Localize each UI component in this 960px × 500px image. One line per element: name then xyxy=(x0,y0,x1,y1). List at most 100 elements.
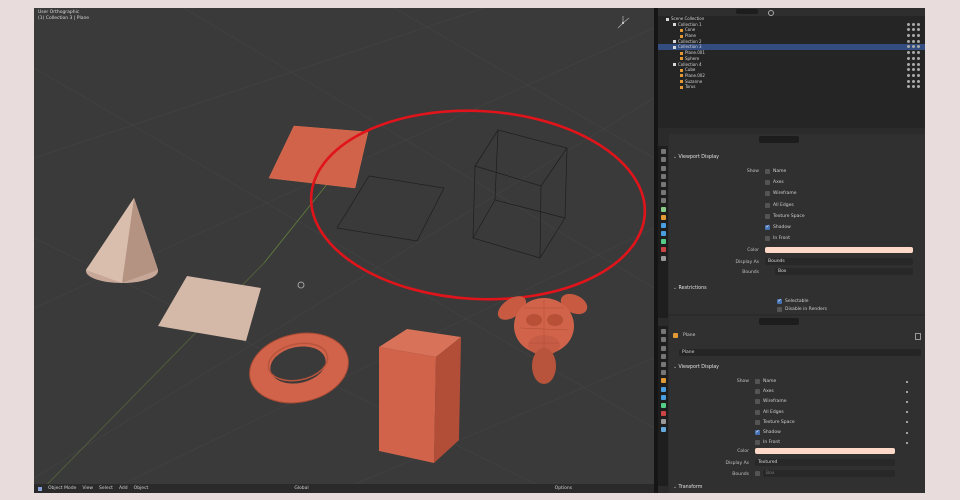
scene[interactable] xyxy=(34,8,654,493)
app-window: User Orthographic (1) Collection 3 | Pla… xyxy=(34,8,925,493)
option-checkbox[interactable] xyxy=(755,419,760,425)
outliner-row[interactable]: Torus xyxy=(658,84,925,90)
keyframe-dot-icon[interactable] xyxy=(906,411,908,414)
mode-select[interactable]: Object Mode xyxy=(48,486,76,491)
outliner-header xyxy=(658,8,925,16)
option-checkbox[interactable] xyxy=(755,389,760,395)
collection-icon xyxy=(673,40,676,44)
menu-add[interactable]: Add xyxy=(119,486,128,491)
outliner-row-label: Torus xyxy=(685,84,696,90)
selectable-checkbox[interactable] xyxy=(777,298,782,304)
option-checkbox[interactable] xyxy=(765,180,770,186)
object-icon xyxy=(680,34,683,38)
outliner-rows: Scene Collection Collection 1 Cone Plane Col… xyxy=(658,16,925,90)
collection-icon xyxy=(666,17,669,21)
display-as-dropdown-1[interactable]: Bounds xyxy=(765,258,913,265)
object-icon xyxy=(673,333,678,338)
option-checkbox[interactable] xyxy=(755,409,760,415)
section-viewport-display-1[interactable]: Viewport Display xyxy=(673,155,719,160)
pin-icon[interactable] xyxy=(915,333,921,340)
active-object-label: (1) Collection 3 | Plane xyxy=(38,16,90,21)
color-swatch-2[interactable] xyxy=(755,448,895,454)
display-as-label-2: Display As xyxy=(725,461,749,466)
object-icon xyxy=(680,80,683,84)
visibility-icons[interactable] xyxy=(907,62,921,67)
section-transform[interactable]: Transform xyxy=(673,485,703,490)
cursor-3d xyxy=(297,281,305,289)
option-checkbox[interactable] xyxy=(755,399,760,405)
properties-panel-1[interactable]: Viewport Display Show Name Axes Wireframe A… xyxy=(669,134,925,314)
option-label: Axes xyxy=(763,389,774,395)
visibility-icons[interactable] xyxy=(907,68,921,72)
visibility-icons[interactable] xyxy=(907,28,921,32)
option-checkbox[interactable] xyxy=(755,440,760,446)
viewport-header-bottom: Object Mode View Select Add Object Globa… xyxy=(34,484,658,493)
color-label-2: Color xyxy=(737,449,749,454)
keyframe-dot-icon[interactable] xyxy=(906,400,908,403)
navigation-gizmo[interactable] xyxy=(615,15,631,31)
bounds-dropdown-1[interactable]: Box xyxy=(775,268,913,275)
visibility-icons[interactable] xyxy=(907,39,921,44)
option-label: All Edges xyxy=(773,202,794,208)
option-label: Wireframe xyxy=(773,191,797,197)
option-checkbox[interactable] xyxy=(765,202,770,208)
color-swatch-1[interactable] xyxy=(765,247,913,253)
torus[interactable] xyxy=(243,324,355,411)
keyframe-dot-icon[interactable] xyxy=(906,441,908,444)
object-icon xyxy=(680,28,683,32)
option-checkbox[interactable] xyxy=(765,224,770,230)
transform-orientation[interactable]: Global xyxy=(294,486,308,491)
cone[interactable] xyxy=(86,198,158,283)
collection-icon xyxy=(673,45,676,49)
keyframe-dot-icon[interactable] xyxy=(906,421,908,424)
section-viewport-display-2[interactable]: Viewport Display xyxy=(673,365,719,370)
visibility-icons[interactable] xyxy=(907,79,921,84)
bounds-checkbox-2[interactable] xyxy=(755,471,760,476)
option-checkbox[interactable] xyxy=(755,429,760,435)
plane-selected[interactable] xyxy=(268,125,369,189)
bounds-dropdown-2[interactable]: Box xyxy=(763,470,895,477)
properties-panel-2[interactable]: Plane Plane Viewport Display Show Name Ax… xyxy=(669,316,925,493)
option-checkbox[interactable] xyxy=(755,379,760,384)
visibility-icons[interactable] xyxy=(907,34,921,38)
keyframe-dot-icon[interactable] xyxy=(906,390,908,393)
visibility-icons[interactable] xyxy=(907,56,921,61)
cube[interactable] xyxy=(379,329,461,463)
bounds-label-2: Bounds xyxy=(732,472,749,477)
display-as-dropdown-2[interactable]: Textured xyxy=(755,459,895,466)
outliner[interactable]: Scene Collection Collection 1 Cone Plane Col… xyxy=(658,8,925,128)
visibility-icons[interactable] xyxy=(907,22,921,27)
option-checkbox[interactable] xyxy=(765,213,770,219)
bounds-label-1: Bounds xyxy=(742,270,759,275)
plane-light[interactable] xyxy=(158,276,261,341)
object-name-field[interactable]: Plane xyxy=(679,349,921,356)
visibility-icons[interactable] xyxy=(907,45,921,49)
section-restrictions[interactable]: Restrictions xyxy=(673,286,707,291)
selectable-label: Selectable xyxy=(785,299,809,304)
menu-select[interactable]: Select xyxy=(99,486,113,491)
option-label: In Front xyxy=(773,236,790,242)
option-label: Shadow xyxy=(773,225,791,230)
options-button[interactable]: Options xyxy=(555,486,572,491)
viewport-3d[interactable]: User Orthographic (1) Collection 3 | Pla… xyxy=(34,8,658,493)
keyframe-dot-icon[interactable] xyxy=(906,380,908,383)
play-icon[interactable] xyxy=(38,486,42,491)
suzanne[interactable] xyxy=(494,290,591,384)
menu-object[interactable]: Object xyxy=(134,486,149,491)
keyframe-dot-icon[interactable] xyxy=(906,431,908,434)
option-checkbox[interactable] xyxy=(765,169,770,174)
option-checkbox[interactable] xyxy=(765,236,770,242)
menu-view[interactable]: View xyxy=(82,486,93,491)
show-label-1: Show xyxy=(746,169,759,174)
option-label: In Front xyxy=(763,440,780,446)
disable-renders-checkbox[interactable] xyxy=(777,307,782,312)
visibility-icons[interactable] xyxy=(907,51,921,55)
option-checkbox[interactable] xyxy=(765,191,770,197)
properties-search-2[interactable] xyxy=(759,318,799,325)
properties-search-1[interactable] xyxy=(759,136,799,143)
sphere-bounds[interactable] xyxy=(472,129,568,259)
outliner-search[interactable] xyxy=(736,9,758,14)
visibility-icons[interactable] xyxy=(907,85,921,89)
right-editors: Scene Collection Collection 1 Cone Plane Col… xyxy=(658,8,925,493)
visibility-icons[interactable] xyxy=(907,73,921,78)
